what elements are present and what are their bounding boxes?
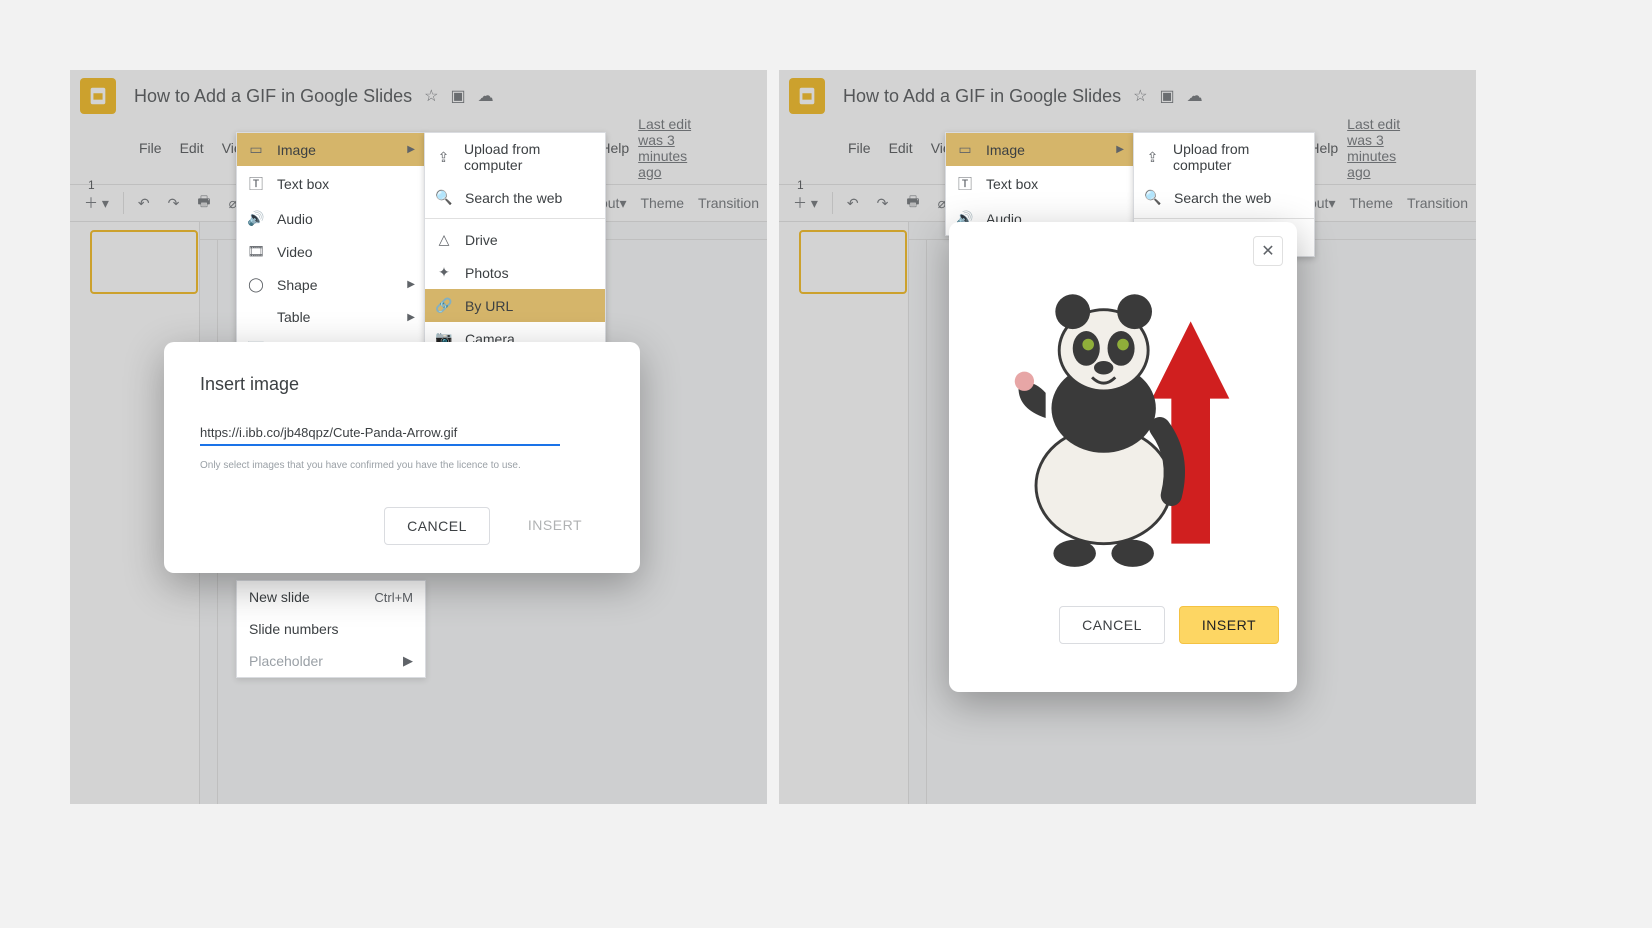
video-icon: 🎞 <box>247 243 265 260</box>
new-slide-button[interactable]: ＋ ▾ <box>787 189 824 217</box>
slide-number: 1 <box>797 178 804 192</box>
insert-table[interactable]: Table▶ <box>237 301 425 333</box>
search-icon: 🔍 <box>1144 189 1162 206</box>
print-button[interactable]: 🖶 <box>900 187 925 219</box>
image-submenu: ⇪Upload from computer 🔍Search the web △D… <box>424 132 606 356</box>
image-search[interactable]: 🔍Search the web <box>1134 181 1314 214</box>
cancel-button[interactable]: CANCEL <box>384 507 490 545</box>
image-preview-dialog: ✕ CANCEL INSERT <box>949 222 1297 692</box>
redo-button[interactable]: ↷ <box>871 191 895 216</box>
insert-image[interactable]: ▭Image▶ <box>237 133 425 166</box>
image-icon: ▭ <box>956 141 974 158</box>
cloud-icon[interactable]: ☁ <box>1187 86 1203 106</box>
insert-button[interactable]: INSERT <box>1179 606 1279 644</box>
move-icon[interactable]: ▣ <box>451 86 466 106</box>
photos-icon: ✦ <box>435 264 453 281</box>
slides-logo <box>80 78 116 114</box>
shape-icon: ◯ <box>247 276 265 293</box>
image-upload[interactable]: ⇪Upload from computer <box>1134 133 1314 181</box>
slide-panel <box>779 222 909 804</box>
undo-button[interactable]: ↶ <box>132 191 156 216</box>
dialog-hint: Only select images that you have confirm… <box>200 460 604 471</box>
textbox-icon: 🅃 <box>247 174 265 194</box>
chevron-right-icon: ▶ <box>407 144 415 155</box>
insert-extra: New slideCtrl+M Slide numbers Placeholde… <box>236 580 426 678</box>
chevron-right-icon: ▶ <box>407 312 415 323</box>
image-icon: ▭ <box>247 141 265 158</box>
cancel-button[interactable]: CANCEL <box>1059 606 1165 644</box>
textbox-icon: 🅃 <box>956 174 974 194</box>
close-button[interactable]: ✕ <box>1253 236 1283 266</box>
theme-button[interactable]: Theme <box>640 195 684 212</box>
insert-image[interactable]: ▭Image▶ <box>946 133 1134 166</box>
redo-button[interactable]: ↷ <box>162 191 186 216</box>
image-photos[interactable]: ✦Photos <box>425 256 605 289</box>
new-slide-button[interactable]: ＋ ▾ <box>78 189 115 217</box>
titlebar-icons: ☆ ▣ ☁ <box>1133 86 1202 106</box>
insert-image-dialog: Insert image Only select images that you… <box>164 342 640 573</box>
link-icon: 🔗 <box>435 297 453 314</box>
image-drive[interactable]: △Drive <box>425 223 605 256</box>
star-icon[interactable]: ☆ <box>424 86 438 106</box>
move-icon[interactable]: ▣ <box>1160 86 1175 106</box>
chevron-right-icon: ▶ <box>1116 144 1124 155</box>
slide-thumbnail-1[interactable] <box>799 230 907 294</box>
insert-shape[interactable]: ◯Shape▶ <box>237 268 425 301</box>
drive-icon: △ <box>435 231 453 248</box>
titlebar: How to Add a GIF in Google Slides ☆ ▣ ☁ <box>779 70 1476 116</box>
chevron-right-icon: ▶ <box>403 653 413 669</box>
insert-slide-numbers[interactable]: Slide numbers <box>237 613 425 645</box>
slide-thumbnail-1[interactable] <box>90 230 198 294</box>
print-button[interactable]: 🖶 <box>191 187 216 219</box>
insert-audio[interactable]: 🔊Audio <box>237 202 425 235</box>
image-preview <box>967 248 1279 588</box>
dialog-title: Insert image <box>200 374 604 395</box>
insert-placeholder[interactable]: Placeholder▶ <box>237 645 425 677</box>
image-by-url[interactable]: 🔗By URL <box>425 289 605 322</box>
transition-button[interactable]: Transition <box>1407 195 1468 212</box>
image-search[interactable]: 🔍Search the web <box>425 181 605 214</box>
ruler-vertical <box>909 240 927 804</box>
document-title[interactable]: How to Add a GIF in Google Slides <box>134 86 412 107</box>
upload-icon: ⇪ <box>1144 149 1161 166</box>
slide-number: 1 <box>88 178 95 192</box>
titlebar-icons: ☆ ▣ ☁ <box>424 86 493 106</box>
image-upload[interactable]: ⇪Upload from computer <box>425 133 605 181</box>
slides-logo <box>789 78 825 114</box>
panda-arrow-image <box>978 258 1268 578</box>
menu-edit[interactable]: Edit <box>880 136 922 160</box>
star-icon[interactable]: ☆ <box>1133 86 1147 106</box>
search-icon: 🔍 <box>435 189 453 206</box>
url-input[interactable] <box>200 421 560 446</box>
insert-textbox[interactable]: 🅃Text box <box>946 166 1134 202</box>
cloud-icon[interactable]: ☁ <box>478 86 494 106</box>
last-edit-link[interactable]: Last edit was 3 minutes ago <box>1347 116 1416 180</box>
last-edit-link[interactable]: Last edit was 3 minutes ago <box>638 116 707 180</box>
audio-icon: 🔊 <box>247 210 265 227</box>
titlebar: How to Add a GIF in Google Slides ☆ ▣ ☁ <box>70 70 767 116</box>
theme-button[interactable]: Theme <box>1349 195 1393 212</box>
transition-button[interactable]: Transition <box>698 195 759 212</box>
insert-video[interactable]: 🎞Video <box>237 235 425 268</box>
menu-file[interactable]: File <box>839 136 880 160</box>
panel-step2: How to Add a GIF in Google Slides ☆ ▣ ☁ … <box>779 70 1476 804</box>
document-title[interactable]: How to Add a GIF in Google Slides <box>843 86 1121 107</box>
menu-edit[interactable]: Edit <box>171 136 213 160</box>
panel-step1: How to Add a GIF in Google Slides ☆ ▣ ☁ … <box>70 70 767 804</box>
chevron-right-icon: ▶ <box>407 279 415 290</box>
upload-icon: ⇪ <box>435 149 452 166</box>
insert-button[interactable]: INSERT <box>506 507 604 545</box>
undo-button[interactable]: ↶ <box>841 191 865 216</box>
insert-textbox[interactable]: 🅃Text box <box>237 166 425 202</box>
insert-new-slide[interactable]: New slideCtrl+M <box>237 581 425 613</box>
insert-dropdown: ▭Image▶ 🅃Text box 🔊Audio <box>945 132 1135 236</box>
menu-file[interactable]: File <box>130 136 171 160</box>
